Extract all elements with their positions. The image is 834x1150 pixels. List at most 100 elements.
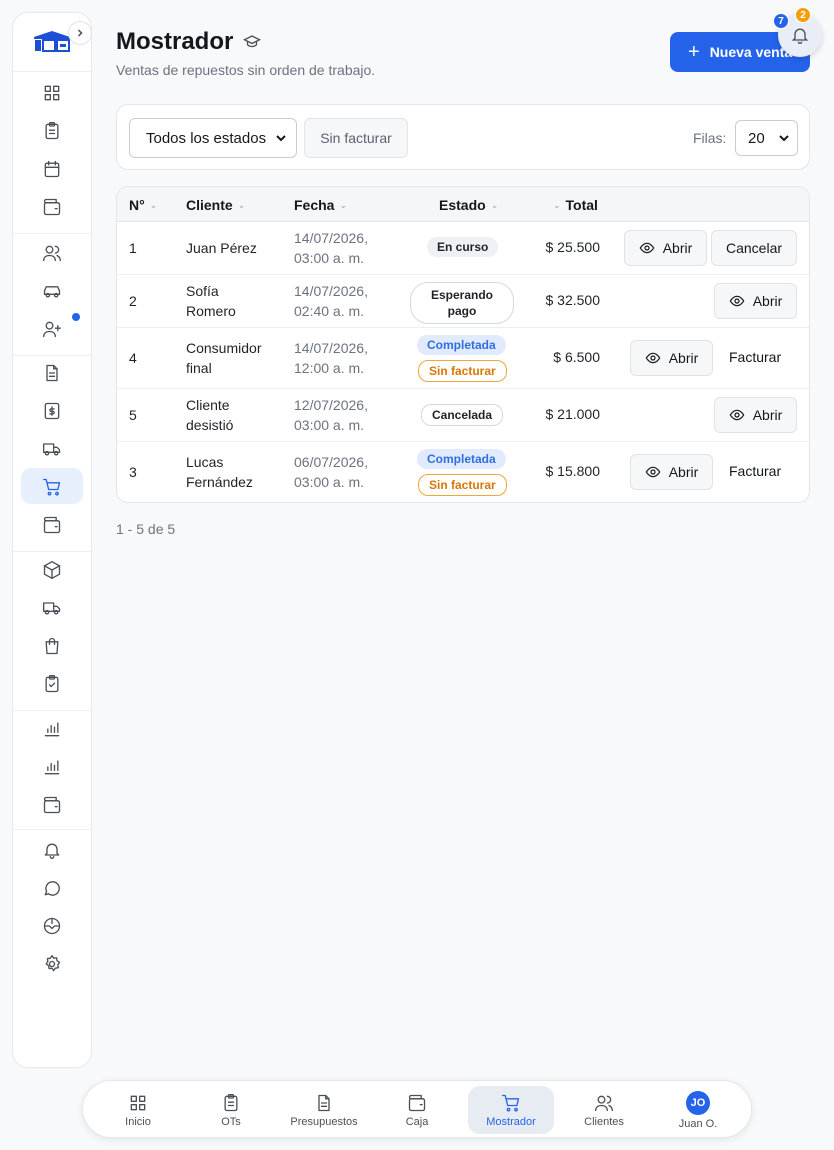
column-header-client[interactable]: Cliente ⌄ <box>186 197 245 213</box>
user-plus-icon[interactable] <box>40 317 64 341</box>
column-header-total[interactable]: ⌄ Total <box>553 197 598 213</box>
graduation-cap-icon[interactable] <box>243 33 261 51</box>
wallet-tertiary-icon[interactable] <box>40 793 64 817</box>
bill-button[interactable]: Facturar <box>729 349 781 365</box>
row-total: $ 6.500 <box>553 349 600 365</box>
wallet-secondary-icon[interactable] <box>40 513 64 537</box>
row-date: 12/07/2026, 03:00 a. m. <box>294 397 368 433</box>
car-icon[interactable] <box>40 279 64 303</box>
bill-button[interactable]: Facturar <box>729 463 781 479</box>
chat-icon[interactable] <box>40 876 64 900</box>
sidebar <box>12 12 92 1068</box>
nav-item-quotes[interactable]: Presupuestos <box>281 1086 367 1134</box>
open-button[interactable]: Abrir <box>630 454 713 490</box>
status-filter-value: Todos los estados <box>146 129 267 147</box>
bar-chart-icon[interactable] <box>40 717 64 741</box>
package-icon[interactable] <box>40 558 64 582</box>
eye-icon <box>729 409 745 421</box>
shopping-bag-icon[interactable] <box>40 634 64 658</box>
row-date: 06/07/2026, 03:00 a. m. <box>294 454 368 490</box>
nav-item-counter[interactable]: Mostrador <box>468 1086 554 1134</box>
dashboard-icon[interactable] <box>40 81 64 105</box>
table-row[interactable]: 2 Sofía Romero 14/07/2026, 02:40 a. m. Esp… <box>117 275 809 328</box>
chevron-right-icon <box>77 29 83 37</box>
chevron-down-icon <box>779 135 789 142</box>
brand-logo[interactable] <box>32 30 72 52</box>
nav-item-profile[interactable]: JO Juan O. <box>655 1086 741 1134</box>
nav-item-clients[interactable]: Clientes <box>561 1086 647 1134</box>
column-header-date[interactable]: Fecha ⌄ <box>294 197 347 213</box>
document-icon[interactable] <box>40 361 64 385</box>
status-badge-unbilled: Sin facturar <box>418 360 507 382</box>
sort-icon: ⌄ <box>149 199 158 210</box>
plus-icon: + <box>688 41 700 63</box>
open-button[interactable]: Abrir <box>714 397 797 433</box>
rows-per-page-select[interactable]: 20 <box>735 120 798 156</box>
status-badge: Cancelada <box>421 404 504 426</box>
nav-item-cash[interactable]: Caja <box>374 1086 460 1134</box>
bottom-navigation: Inicio OTs Presupuestos Caja Mostrador C… <box>82 1080 752 1138</box>
table-row[interactable]: 4 Consumidor final 14/07/2026, 12:00 a. m.… <box>117 328 809 389</box>
unbilled-filter-button[interactable]: Sin facturar <box>304 118 408 158</box>
new-sale-label: Nueva venta <box>709 44 793 60</box>
row-client: Cliente desistió <box>186 397 234 433</box>
row-client: Juan Pérez <box>186 240 257 256</box>
status-badge-completed: Completada <box>417 449 506 469</box>
eye-icon <box>729 295 745 307</box>
shopping-cart-icon <box>502 1094 520 1112</box>
wallet-icon[interactable] <box>40 195 64 219</box>
users-icon <box>595 1095 613 1111</box>
status-badge: En curso <box>427 237 499 257</box>
settings-gear-icon[interactable] <box>40 952 64 976</box>
globe-icon[interactable] <box>40 914 64 938</box>
nav-item-work-orders[interactable]: OTs <box>188 1086 274 1134</box>
bell-icon[interactable] <box>40 838 64 862</box>
notifications-orange-badge: 2 <box>795 7 811 23</box>
users-icon[interactable] <box>40 241 64 265</box>
wallet-icon <box>408 1094 426 1111</box>
dashboard-icon <box>130 1095 146 1110</box>
row-number: 2 <box>129 293 137 309</box>
column-header-number[interactable]: N° ⌄ <box>129 197 157 213</box>
nav-item-home[interactable]: Inicio <box>95 1086 181 1134</box>
open-button[interactable]: Abrir <box>630 340 713 376</box>
row-client: Consumidor final <box>186 340 262 376</box>
column-header-status[interactable]: Estado ⌄ <box>439 197 498 213</box>
table-row[interactable]: 3 Lucas Fernández 06/07/2026, 03:00 a. m. … <box>117 442 809 502</box>
status-filter-select[interactable]: Todos los estados <box>129 118 297 158</box>
row-client: Sofía Romero <box>186 283 236 319</box>
open-button[interactable]: Abrir <box>714 283 797 319</box>
eye-icon <box>645 466 661 478</box>
table-row[interactable]: 5 Cliente desistió 12/07/2026, 03:00 a. m.… <box>117 389 809 442</box>
delivery-truck-icon[interactable] <box>40 596 64 620</box>
rows-per-page-value: 20 <box>748 129 765 147</box>
row-number: 3 <box>129 464 137 480</box>
status-badge: Esperando pago <box>410 282 515 324</box>
clipboard-list-icon <box>224 1093 238 1111</box>
avatar: JO <box>686 1090 710 1115</box>
open-button[interactable]: Abrir <box>624 230 707 266</box>
row-total: $ 15.800 <box>545 463 601 479</box>
invoice-dollar-icon[interactable] <box>40 399 64 423</box>
filter-bar: Todos los estados Sin facturar Filas: 20 <box>116 104 810 170</box>
bar-chart-secondary-icon[interactable] <box>40 755 64 779</box>
page-title: Mostrador <box>116 28 234 55</box>
truck-icon[interactable] <box>40 437 64 461</box>
row-date: 14/07/2026, 02:40 a. m. <box>294 283 368 319</box>
sales-table: N° ⌄ Cliente ⌄ Fecha ⌄ Estado ⌄ ⌄ Total 1 Jua… <box>116 186 810 503</box>
cancel-button[interactable]: Cancelar <box>711 230 797 266</box>
sort-icon: ⌄ <box>490 199 499 210</box>
pagination-info: 1 - 5 de 5 <box>116 521 176 537</box>
row-number: 4 <box>129 350 137 366</box>
row-total: $ 32.500 <box>545 292 601 308</box>
shopping-cart-icon[interactable] <box>40 475 64 499</box>
status-badge-completed: Completada <box>417 335 506 355</box>
sidebar-collapse-button[interactable] <box>68 21 92 45</box>
clipboard-check-icon[interactable] <box>40 672 64 696</box>
table-row[interactable]: 1 Juan Pérez 14/07/2026, 03:00 a. m. En c… <box>117 222 809 275</box>
calendar-icon[interactable] <box>40 157 64 181</box>
row-total: $ 25.500 <box>545 239 601 255</box>
sort-icon: ⌄ <box>339 199 348 210</box>
clipboard-list-icon[interactable] <box>40 119 64 143</box>
table-header: N° ⌄ Cliente ⌄ Fecha ⌄ Estado ⌄ ⌄ Total <box>117 187 809 222</box>
